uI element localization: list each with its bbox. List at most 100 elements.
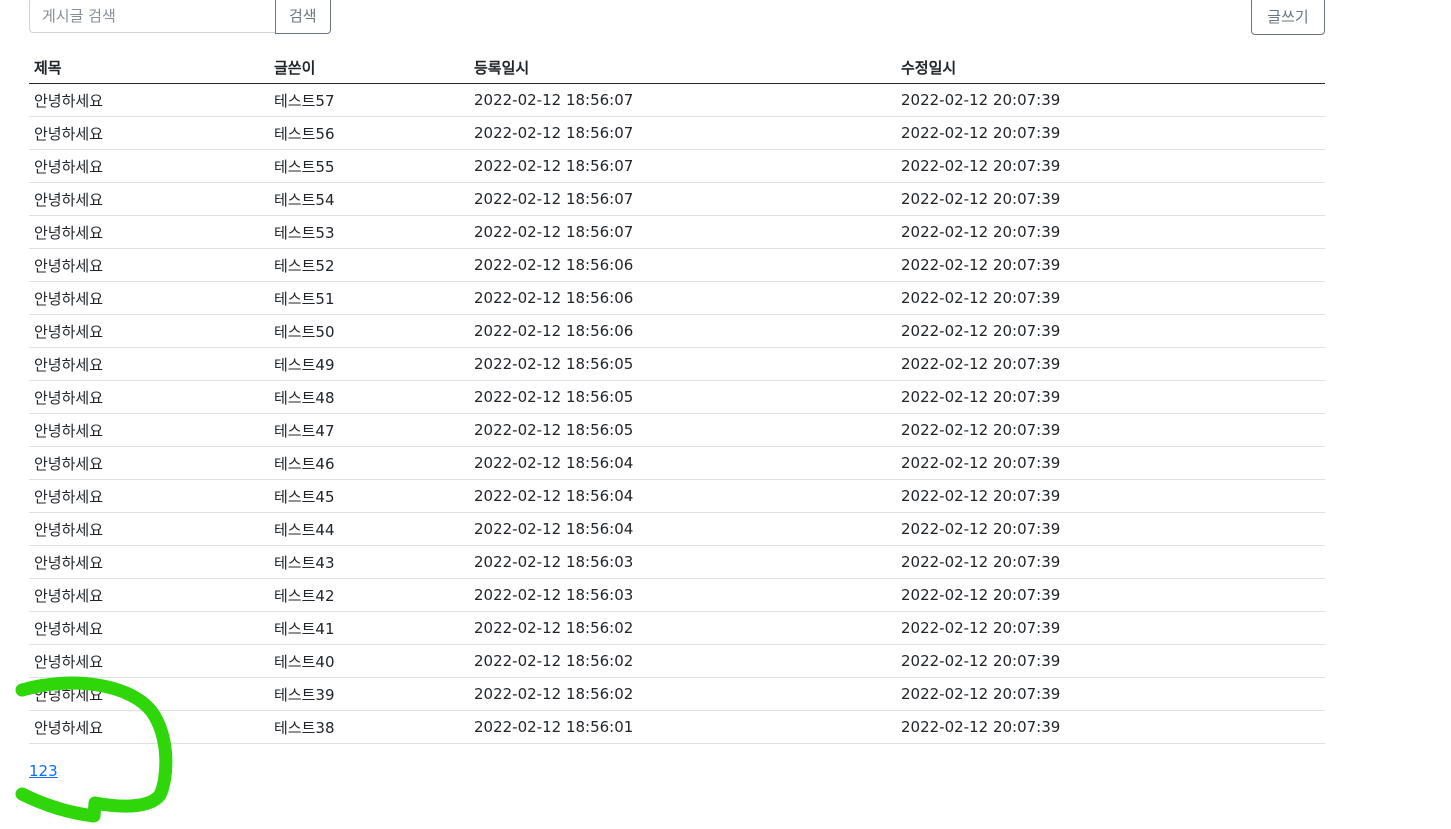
post-title-cell: 안녕하세요: [29, 182, 269, 216]
post-modified-cell: 2022-02-12 20:07:39: [896, 446, 1325, 480]
post-modified-cell: 2022-02-12 20:07:39: [896, 347, 1325, 381]
post-title-cell: 안녕하세요: [29, 149, 269, 183]
post-modified-cell: 2022-02-12 20:07:39: [896, 83, 1325, 117]
post-title-cell: 안녕하세요: [29, 710, 269, 744]
post-title-cell: 안녕하세요: [29, 545, 269, 579]
table-row[interactable]: 안녕하세요 테스트49 2022-02-12 18:56:05 2022-02-12 …: [29, 347, 1325, 381]
post-author-cell: 테스트42: [269, 578, 469, 612]
table-row[interactable]: 안녕하세요 테스트57 2022-02-12 18:56:07 2022-02-12 …: [29, 83, 1325, 117]
post-author-cell: 테스트43: [269, 545, 469, 579]
post-title-cell: 안녕하세요: [29, 380, 269, 414]
table-body: 안녕하세요 테스트57 2022-02-12 18:56:07 2022-02-12 …: [29, 83, 1325, 744]
post-modified-cell: 2022-02-12 20:07:39: [896, 215, 1325, 249]
write-post-button[interactable]: 글쓰기: [1251, 0, 1325, 35]
post-created-cell: 2022-02-12 18:56:07: [469, 215, 896, 249]
table-row[interactable]: 안녕하세요 테스트38 2022-02-12 18:56:01 2022-02-12 …: [29, 710, 1325, 744]
post-title-cell: 안녕하세요: [29, 116, 269, 150]
post-author-cell: 테스트38: [269, 710, 469, 744]
table-row[interactable]: 안녕하세요 테스트40 2022-02-12 18:56:02 2022-02-12 …: [29, 644, 1325, 678]
post-modified-cell: 2022-02-12 20:07:39: [896, 578, 1325, 612]
table-row[interactable]: 안녕하세요 테스트55 2022-02-12 18:56:07 2022-02-12 …: [29, 149, 1325, 183]
post-modified-cell: 2022-02-12 20:07:39: [896, 611, 1325, 645]
post-title-cell: 안녕하세요: [29, 611, 269, 645]
post-author-cell: 테스트39: [269, 677, 469, 711]
table-row[interactable]: 안녕하세요 테스트51 2022-02-12 18:56:06 2022-02-12 …: [29, 281, 1325, 315]
post-title-cell: 안녕하세요: [29, 413, 269, 447]
post-modified-cell: 2022-02-12 20:07:39: [896, 149, 1325, 183]
post-created-cell: 2022-02-12 18:56:02: [469, 611, 896, 645]
post-author-cell: 테스트46: [269, 446, 469, 480]
page-link-1[interactable]: 1: [29, 762, 39, 780]
post-modified-cell: 2022-02-12 20:07:39: [896, 479, 1325, 513]
post-modified-cell: 2022-02-12 20:07:39: [896, 314, 1325, 348]
post-author-cell: 테스트40: [269, 644, 469, 678]
table-row[interactable]: 안녕하세요 테스트54 2022-02-12 18:56:07 2022-02-12 …: [29, 182, 1325, 216]
post-author-cell: 테스트51: [269, 281, 469, 315]
post-created-cell: 2022-02-12 18:56:02: [469, 677, 896, 711]
post-created-cell: 2022-02-12 18:56:03: [469, 578, 896, 612]
post-author-cell: 테스트52: [269, 248, 469, 282]
search-input[interactable]: [29, 0, 276, 33]
board-page: 검색 글쓰기 제목 글쓴이 등록일시 수정일시 안녕하세요테스트572022-0…: [0, 0, 1451, 829]
post-modified-cell: 2022-02-12 20:07:39: [896, 644, 1325, 678]
column-header-author: 글쓴이: [269, 51, 469, 84]
table-row[interactable]: 안녕하세요 테스트48 2022-02-12 18:56:05 2022-02-12 …: [29, 380, 1325, 414]
post-title-cell: 안녕하세요: [29, 248, 269, 282]
post-created-cell: 2022-02-12 18:56:05: [469, 380, 896, 414]
post-author-cell: 테스트54: [269, 182, 469, 216]
table-row[interactable]: 안녕하세요 테스트46 2022-02-12 18:56:04 2022-02-12 …: [29, 446, 1325, 480]
post-author-cell: 테스트44: [269, 512, 469, 546]
post-modified-cell: 2022-02-12 20:07:39: [896, 182, 1325, 216]
page-link-2[interactable]: 2: [39, 762, 49, 780]
post-title-cell: 안녕하세요: [29, 578, 269, 612]
post-created-cell: 2022-02-12 18:56:07: [469, 83, 896, 117]
post-modified-cell: 2022-02-12 20:07:39: [896, 281, 1325, 315]
search-group: 검색: [29, 0, 331, 35]
post-created-cell: 2022-02-12 18:56:04: [469, 446, 896, 480]
table-row[interactable]: 안녕하세요 테스트50 2022-02-12 18:56:06 2022-02-12 …: [29, 314, 1325, 348]
table-row[interactable]: 안녕하세요 테스트41 2022-02-12 18:56:02 2022-02-12 …: [29, 611, 1325, 645]
post-author-cell: 테스트48: [269, 380, 469, 414]
post-title-cell: 안녕하세요: [29, 347, 269, 381]
post-created-cell: 2022-02-12 18:56:06: [469, 248, 896, 282]
table-row[interactable]: 안녕하세요 테스트52 2022-02-12 18:56:06 2022-02-12 …: [29, 248, 1325, 282]
post-title-cell: 안녕하세요: [29, 314, 269, 348]
table-row[interactable]: 안녕하세요 테스트53 2022-02-12 18:56:07 2022-02-12 …: [29, 215, 1325, 249]
table-row[interactable]: 안녕하세요 테스트42 2022-02-12 18:56:03 2022-02-12 …: [29, 578, 1325, 612]
table-row[interactable]: 안녕하세요 테스트47 2022-02-12 18:56:05 2022-02-12 …: [29, 413, 1325, 447]
table-row[interactable]: 안녕하세요 테스트43 2022-02-12 18:56:03 2022-02-12 …: [29, 545, 1325, 579]
post-table: 제목 글쓴이 등록일시 수정일시 안녕하세요 테스트57 2022-02-12 18…: [29, 51, 1325, 744]
post-author-cell: 테스트47: [269, 413, 469, 447]
page-link-3[interactable]: 3: [48, 762, 58, 780]
post-created-cell: 2022-02-12 18:56:06: [469, 314, 896, 348]
column-header-created: 등록일시: [469, 51, 896, 84]
post-author-cell: 테스트55: [269, 149, 469, 183]
post-created-cell: 2022-02-12 18:56:02: [469, 644, 896, 678]
post-author-cell: 테스트53: [269, 215, 469, 249]
post-created-cell: 2022-02-12 18:56:05: [469, 413, 896, 447]
post-created-cell: 2022-02-12 18:56:06: [469, 281, 896, 315]
post-created-cell: 2022-02-12 18:56:05: [469, 347, 896, 381]
table-row[interactable]: 안녕하세요 테스트39 2022-02-12 18:56:02 2022-02-12 …: [29, 677, 1325, 711]
table-row[interactable]: 안녕하세요 테스트44 2022-02-12 18:56:04 2022-02-12 …: [29, 512, 1325, 546]
post-created-cell: 2022-02-12 18:56:07: [469, 116, 896, 150]
table-row[interactable]: 안녕하세요 테스트45 2022-02-12 18:56:04 2022-02-12 …: [29, 479, 1325, 513]
post-author-cell: 테스트50: [269, 314, 469, 348]
search-button[interactable]: 검색: [275, 0, 331, 34]
post-title-cell: 안녕하세요: [29, 446, 269, 480]
post-created-cell: 2022-02-12 18:56:07: [469, 182, 896, 216]
post-title-cell: 안녕하세요: [29, 677, 269, 711]
table-header-row: 제목 글쓴이 등록일시 수정일시: [29, 51, 1325, 84]
pagination: 123: [29, 762, 58, 780]
post-author-cell: 테스트56: [269, 116, 469, 150]
post-modified-cell: 2022-02-12 20:07:39: [896, 380, 1325, 414]
post-created-cell: 2022-02-12 18:56:03: [469, 545, 896, 579]
post-modified-cell: 2022-02-12 20:07:39: [896, 116, 1325, 150]
post-created-cell: 2022-02-12 18:56:04: [469, 512, 896, 546]
post-author-cell: 테스트45: [269, 479, 469, 513]
post-modified-cell: 2022-02-12 20:07:39: [896, 710, 1325, 744]
post-title-cell: 안녕하세요: [29, 215, 269, 249]
column-header-modified: 수정일시: [896, 51, 1325, 84]
table-row[interactable]: 안녕하세요 테스트56 2022-02-12 18:56:07 2022-02-12 …: [29, 116, 1325, 150]
post-author-cell: 테스트49: [269, 347, 469, 381]
